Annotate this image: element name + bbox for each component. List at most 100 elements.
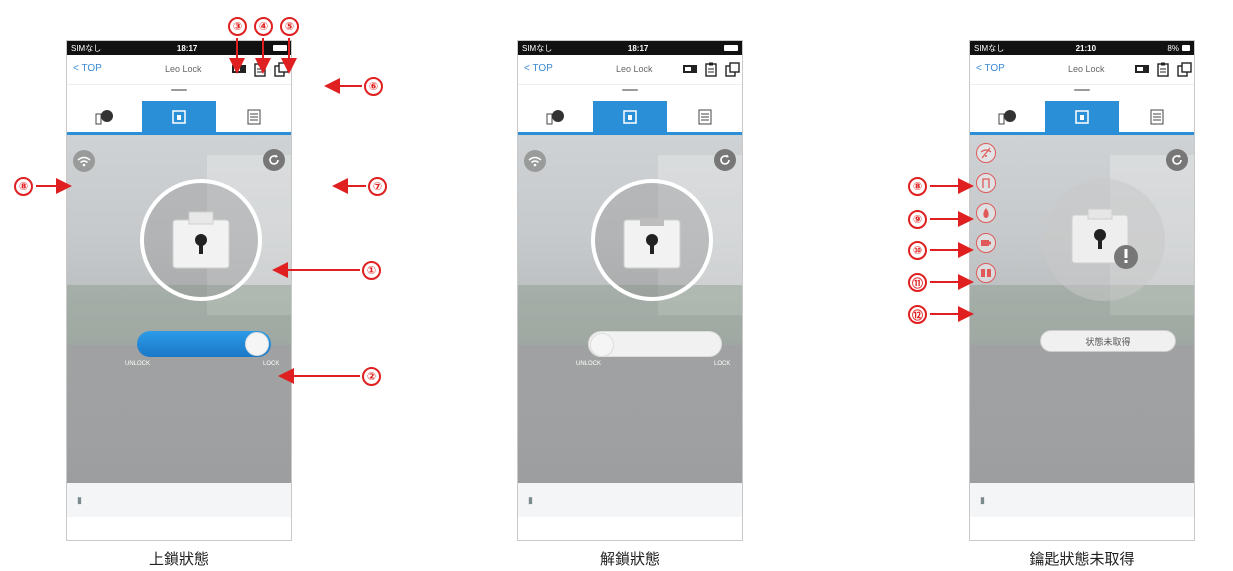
device-check-icon [95,109,114,124]
nav-title: Leo Lock [616,64,653,74]
share-icon[interactable] [273,61,289,77]
marker-10: ⑩ [908,241,927,260]
no-wifi-icon[interactable] [976,143,996,163]
bottom-bar: ▮ [67,483,291,517]
tab-log[interactable] [1119,101,1194,132]
marker-7: ⑦ [368,177,387,196]
marker-1: ① [362,261,381,280]
tab-lock[interactable] [1044,101,1120,132]
marker-8b: ⑧ [908,177,927,196]
tab-device[interactable] [970,101,1045,132]
lock-status-button[interactable] [591,179,713,301]
battery-low-icon[interactable] [976,233,996,253]
slider-right-label: LOCK [263,361,280,367]
tab-lock[interactable] [141,101,217,132]
lock-status-button[interactable] [1043,179,1165,301]
keys-icon[interactable] [1134,61,1150,77]
padlock-open-icon [623,218,681,269]
marker-6: ⑥ [364,77,383,96]
history-icon[interactable] [1155,61,1171,77]
back-button[interactable]: < TOP [524,63,553,74]
history-icon[interactable] [252,61,268,77]
wifi-icon[interactable] [73,150,95,172]
back-label: TOP [532,63,553,74]
slider-knob[interactable] [245,332,269,356]
caption-locked: 上鎖狀態 [148,550,209,568]
slider-right-label: LOCK [714,361,731,367]
marker-4: ④ [254,17,273,36]
status-bar: SIMなし 18:17 [518,41,742,55]
log-icon [247,109,261,124]
time-label: 18:17 [176,43,198,53]
carrier-label: SIMなし [974,43,1005,53]
refresh-icon[interactable] [714,149,736,171]
padlock-icon [172,211,230,269]
nav-title: Leo Lock [1068,64,1105,74]
bottom-bar: ▮ [518,483,742,517]
nav-bar: < TOP Leo Lock [518,55,742,85]
nav-title: Leo Lock [165,64,202,74]
share-icon[interactable] [1176,61,1192,77]
drag-handle[interactable] [518,85,742,95]
nav-bar: < TOP Leo Lock [67,55,291,85]
phone-screen-locked: SIMなし 18:17 < TOP Leo Lock UNLOCK LOCK ▮ [66,40,292,541]
phone-screen-unlocked: SIMなし 18:17 < TOP Leo Lock UNLOCK LOCK ▮ [517,40,743,541]
nav-icons [231,61,291,77]
marker-8: ⑧ [14,177,33,196]
tab-log[interactable] [667,101,742,132]
lock-tab-icon [1075,109,1089,124]
padlock-warning-icon [1071,208,1138,269]
log-icon [1150,109,1164,124]
nav-icons [682,61,742,77]
tab-bar [67,101,291,135]
lock-tab-icon [172,109,186,124]
battery-icon [723,45,738,51]
bottom-bar: ▮ [970,483,1194,517]
drag-handle[interactable] [970,85,1194,95]
keys-icon[interactable] [682,61,698,77]
status-right: 8% [1167,44,1190,53]
carrier-label: SIMなし [71,43,102,53]
battery-icon [272,45,287,51]
nav-icons [1134,61,1194,77]
refresh-icon[interactable] [263,149,285,171]
lock-status-button[interactable] [140,179,262,301]
slider-knob[interactable] [590,333,614,357]
status-right [272,45,287,51]
lock-tab-icon [623,109,637,124]
tab-device[interactable] [518,101,593,132]
share-icon[interactable] [724,61,740,77]
tab-device[interactable] [67,101,142,132]
back-button[interactable]: < TOP [73,63,102,74]
log-icon [698,109,712,124]
tab-log[interactable] [216,101,291,132]
back-button[interactable]: < TOP [976,63,1005,74]
device-check-icon [546,109,565,124]
alert-icon[interactable] [976,263,996,283]
refresh-icon[interactable] [1166,149,1188,171]
time-label: 21:10 [1075,43,1097,53]
keys-icon[interactable] [231,61,247,77]
wifi-icon[interactable] [524,150,546,172]
history-icon[interactable] [703,61,719,77]
back-label: TOP [81,63,102,74]
time-label: 18:17 [627,43,649,53]
marker-9: ⑨ [908,210,927,229]
marker-11: ⑪ [908,273,927,292]
caption-unknown: 鑰匙狀態未取得 [1029,550,1135,568]
tab-lock[interactable] [592,101,668,132]
nav-bar: < TOP Leo Lock [970,55,1194,85]
lock-slider[interactable] [588,331,722,357]
tab-bar [518,101,742,135]
lock-panel: UNLOCK LOCK [67,135,291,483]
status-bar: SIMなし 21:10 8% [970,41,1194,55]
bottom-bar-mark: ▮ [528,494,533,505]
marker-3: ③ [228,17,247,36]
door-icon[interactable] [976,173,996,193]
lock-slider[interactable] [137,331,271,357]
fire-icon[interactable] [976,203,996,223]
caption-unlocked: 解鎖狀態 [599,550,660,568]
status-icons [976,143,996,283]
drag-handle[interactable] [67,85,291,95]
figure: SIMなし 18:17 < TOP Leo Lock UNLOCK LOCK ▮… [0,0,1233,571]
